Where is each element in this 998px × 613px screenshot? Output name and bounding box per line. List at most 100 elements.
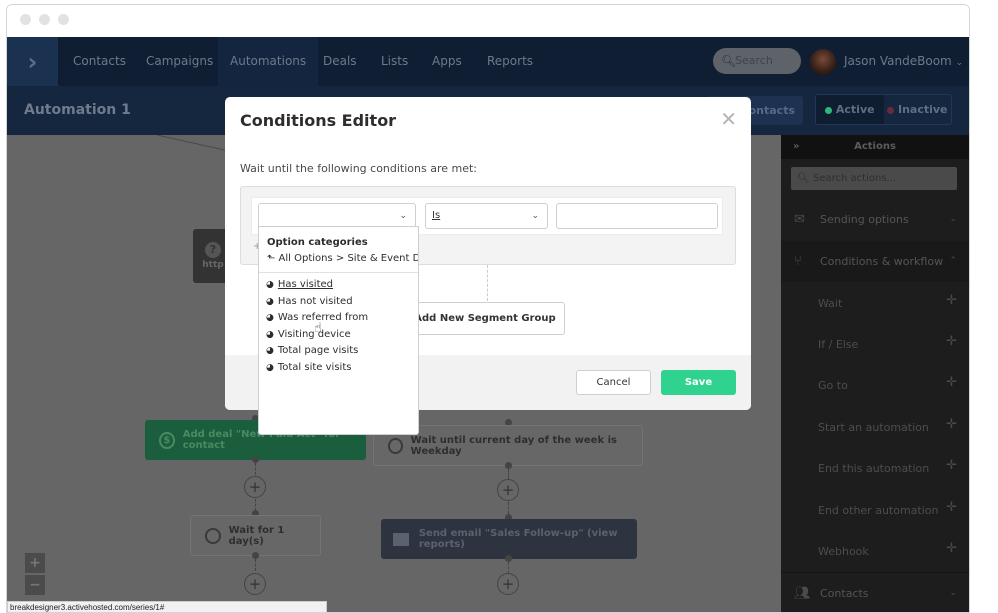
connector-line	[255, 559, 256, 571]
search-actions-placeholder: Search actions...	[813, 173, 897, 184]
search-actions-input[interactable]: 🔍︎ Search actions...	[791, 167, 957, 190]
browser-window: › Contacts Campaigns Automations Deals L…	[6, 4, 970, 613]
back-arrow-icon: ⬑	[267, 253, 276, 264]
nav-contacts[interactable]: Contacts	[61, 37, 138, 86]
option-label: Has not visited	[277, 295, 353, 307]
title-bar	[7, 5, 969, 37]
wait-day-node[interactable]: Wait for 1 day(s)	[190, 515, 321, 556]
nav-reports[interactable]: Reports	[475, 37, 545, 86]
option-was-referred-from[interactable]: ◕ Was referred from	[266, 310, 418, 327]
automation-title[interactable]: Automation 1	[24, 86, 131, 135]
drag-move-icon[interactable]: ✛	[946, 528, 957, 569]
option-label: Total site visits	[277, 361, 352, 373]
add-step-button[interactable]: +	[497, 573, 519, 595]
save-button[interactable]: Save	[661, 370, 736, 395]
minimize-window-button[interactable]	[39, 14, 50, 25]
connector-line	[508, 469, 509, 479]
option-label: Was referred from	[277, 312, 369, 323]
section-conditions-workflow[interactable]: ⑂ Conditions & workflow ⌃	[781, 241, 969, 282]
send-email-node[interactable]: Send email "Sales Follow-up" (view repor…	[381, 519, 637, 559]
wait-weekday-label: Wait until current day of the week is We…	[410, 434, 617, 457]
user-menu[interactable]: Jason VandeBoom ⌄	[844, 37, 963, 88]
option-visiting-device[interactable]: ◕ Visiting device	[266, 327, 418, 344]
section-label: Sending options	[820, 213, 909, 226]
nav-deals[interactable]: Deals	[311, 37, 369, 86]
activecampaign-logo-icon[interactable]: ›	[7, 37, 58, 86]
close-icon[interactable]: ✕	[720, 107, 737, 131]
option-total-site-visits[interactable]: ◕ Total site visits	[266, 360, 418, 377]
zoom-in-button[interactable]: +	[25, 553, 45, 573]
send-email-label: Send email "Sales Follow-up" (view repor…	[418, 528, 618, 550]
option-has-not-visited[interactable]: ◕ Has not visited	[266, 294, 418, 311]
close-window-button[interactable]	[20, 14, 31, 25]
section-label: Conditions & workflow	[820, 255, 944, 268]
globe-icon: ◕	[266, 329, 274, 340]
status-bar-url: breakdesigner3.activehosted.com/series/1…	[7, 601, 327, 612]
drag-move-icon[interactable]: ✛	[946, 280, 957, 321]
section-contacts[interactable]: 👥︎ Contacts ⌄	[781, 572, 969, 612]
action-wait[interactable]: Wait ✛	[781, 283, 969, 324]
field-options-dropdown: Option categories ⬑ All Options > Site &…	[258, 226, 419, 435]
drag-move-icon[interactable]: ✛	[946, 404, 957, 445]
option-total-page-visits[interactable]: ◕ Total page visits	[266, 343, 418, 360]
section-sending-options[interactable]: ✉ Sending options ⌄	[781, 199, 969, 240]
breadcrumb-text: All Options > Site & Event Data	[278, 253, 418, 264]
nav-apps[interactable]: Apps	[420, 37, 474, 86]
action-start-automation[interactable]: Start an automation ✛	[781, 407, 969, 448]
action-label: Start an automation	[818, 421, 929, 434]
condition-value-input[interactable]	[556, 203, 718, 229]
add-step-button[interactable]: +	[244, 573, 266, 595]
action-if-else[interactable]: If / Else ✛	[781, 324, 969, 365]
add-segment-group-button[interactable]: Add New Segment Group	[405, 302, 565, 335]
app: › Contacts Campaigns Automations Deals L…	[7, 37, 969, 612]
hand-cursor-icon: ☝	[314, 321, 322, 336]
status-active-button[interactable]: Active	[816, 95, 884, 124]
action-label: Wait	[818, 297, 843, 310]
help-node-text: http	[202, 260, 224, 270]
search-icon: 🔍︎	[721, 54, 737, 68]
add-step-button[interactable]: +	[497, 479, 519, 501]
nav-campaigns[interactable]: Campaigns	[134, 37, 225, 86]
modal-subtitle: Wait until the following conditions are …	[240, 162, 478, 175]
drag-move-icon[interactable]: ✛	[946, 487, 957, 528]
option-has-visited[interactable]: ◕ Has visited	[266, 277, 418, 294]
option-label: Total page visits	[277, 345, 359, 356]
action-webhook[interactable]: Webhook ✛	[781, 531, 969, 572]
inactive-dot-icon	[886, 106, 894, 114]
search-placeholder: Search	[735, 54, 773, 67]
action-end-other-automation[interactable]: End other automation ✛	[781, 490, 969, 531]
connector-dot	[252, 552, 259, 559]
section-label: Contacts	[820, 587, 869, 600]
dropdown-breadcrumb[interactable]: ⬑ All Options > Site & Event Data	[259, 248, 418, 264]
action-label: If / Else	[818, 338, 859, 351]
globe-icon: ◕	[266, 313, 274, 323]
drag-move-icon[interactable]: ✛	[946, 445, 957, 486]
maximize-window-button[interactable]	[58, 14, 69, 25]
connector-dot	[252, 456, 259, 463]
drag-move-icon[interactable]: ✛	[946, 321, 957, 362]
collapse-panel-icon[interactable]: »	[793, 135, 799, 159]
chevron-down-icon: ⌄	[949, 588, 957, 598]
drag-move-icon[interactable]: ✛	[946, 362, 957, 403]
action-go-to[interactable]: Go to ✛	[781, 365, 969, 406]
clock-icon	[388, 437, 403, 454]
chevron-down-icon: ⌄	[955, 58, 964, 68]
connector-dot	[505, 462, 512, 469]
zoom-out-button[interactable]: −	[25, 575, 45, 595]
dropdown-heading: Option categories	[267, 237, 368, 248]
globe-icon: ◕	[266, 296, 274, 307]
operator-select[interactable]: Is ⌄	[425, 203, 548, 229]
action-end-this-automation[interactable]: End this automation ✛	[781, 448, 969, 489]
nav-lists[interactable]: Lists	[369, 37, 420, 86]
actions-panel: » Actions 🔍︎ Search actions... ✉ Sending…	[781, 135, 969, 612]
chevron-down-icon: ⌄	[531, 211, 539, 221]
envelope-icon	[393, 532, 409, 546]
modal-title: Conditions Editor	[240, 111, 397, 130]
nav-automations[interactable]: Automations	[218, 37, 319, 86]
status-inactive-button[interactable]: Inactive	[884, 95, 952, 124]
cancel-button[interactable]: Cancel	[576, 370, 651, 395]
avatar[interactable]	[810, 49, 836, 75]
global-search-input[interactable]: 🔍︎ Search	[713, 48, 801, 74]
chevron-down-icon: ⌄	[399, 211, 407, 221]
add-step-button[interactable]: +	[244, 476, 266, 498]
